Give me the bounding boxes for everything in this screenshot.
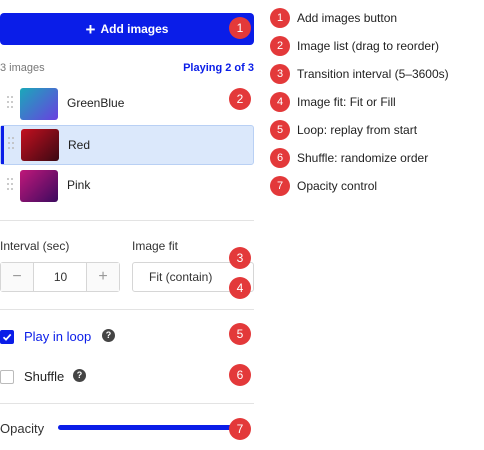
legend-text: Add images button	[297, 11, 398, 25]
legend-text: Image fit: Fit or Fill	[297, 95, 396, 109]
legend-text: Image list (drag to reorder)	[297, 39, 440, 53]
slideshow-settings-panel: + Add images 3 images Playing 2 of 3 Gre…	[0, 0, 254, 450]
callout-badge: 1	[229, 17, 251, 39]
image-fit-value: Fit (contain)	[149, 270, 213, 284]
active-indicator	[1, 126, 4, 164]
playing-status: Playing 2 of 3	[183, 62, 254, 74]
image-count: 3 images	[0, 62, 45, 74]
plus-icon: +	[85, 19, 96, 39]
play-in-loop-checkbox[interactable]	[0, 330, 14, 344]
legend-badge: 7	[270, 176, 290, 196]
callout-badge: 2	[229, 88, 251, 110]
legend-text: Transition interval (5–3600s)	[297, 67, 449, 81]
opacity-label: Opacity	[0, 421, 45, 436]
callout-badge: 3	[229, 247, 251, 269]
divider	[0, 309, 254, 310]
legend-text: Opacity control	[297, 179, 378, 193]
callout-badge: 4	[229, 277, 251, 299]
drag-handle-icon[interactable]	[8, 137, 14, 151]
help-icon[interactable]: ?	[102, 329, 115, 342]
image-name: GreenBlue	[67, 96, 125, 110]
play-in-loop-label[interactable]: Play in loop	[24, 329, 91, 344]
add-images-button[interactable]: + Add images	[0, 13, 254, 45]
shuffle-checkbox[interactable]	[0, 370, 14, 384]
drag-handle-icon[interactable]	[7, 178, 13, 192]
image-name: Red	[68, 138, 91, 152]
callout-badge: 6	[229, 364, 251, 386]
legend-badge: 3	[270, 64, 290, 84]
image-list-item[interactable]: GreenBlue	[0, 84, 254, 124]
checkmark-icon	[2, 333, 12, 341]
legend-text: Shuffle: randomize order	[297, 151, 429, 165]
drag-handle-icon[interactable]	[7, 96, 13, 110]
interval-input[interactable]: 10	[34, 263, 87, 291]
legend-badge: 2	[270, 36, 290, 56]
image-list-item[interactable]: Pink	[0, 166, 254, 206]
legend-badge: 5	[270, 120, 290, 140]
image-name: Pink	[67, 178, 91, 192]
image-thumbnail	[21, 129, 59, 161]
shuffle-label[interactable]: Shuffle	[24, 369, 64, 384]
help-icon[interactable]: ?	[73, 369, 86, 382]
opacity-slider[interactable]	[58, 425, 240, 430]
callout-badge: 5	[229, 323, 251, 345]
callout-badge: 7	[229, 418, 251, 440]
image-thumbnail	[20, 88, 58, 120]
add-images-label: Add images	[100, 22, 169, 36]
legend-text: Loop: replay from start	[297, 123, 418, 137]
divider	[0, 220, 254, 221]
interval-label: Interval (sec)	[0, 239, 70, 253]
divider	[0, 403, 254, 404]
image-fit-label: Image fit	[132, 239, 179, 253]
decrement-button[interactable]: −	[1, 263, 34, 291]
image-list-item[interactable]: Red	[0, 125, 254, 165]
legend-badge: 4	[270, 92, 290, 112]
interval-stepper: − 10 +	[0, 262, 120, 292]
legend-badge: 6	[270, 148, 290, 168]
image-thumbnail	[20, 170, 58, 202]
image-list-meta: 3 images Playing 2 of 3	[0, 62, 254, 78]
legend-badge: 1	[270, 8, 290, 28]
increment-button[interactable]: +	[86, 263, 119, 291]
